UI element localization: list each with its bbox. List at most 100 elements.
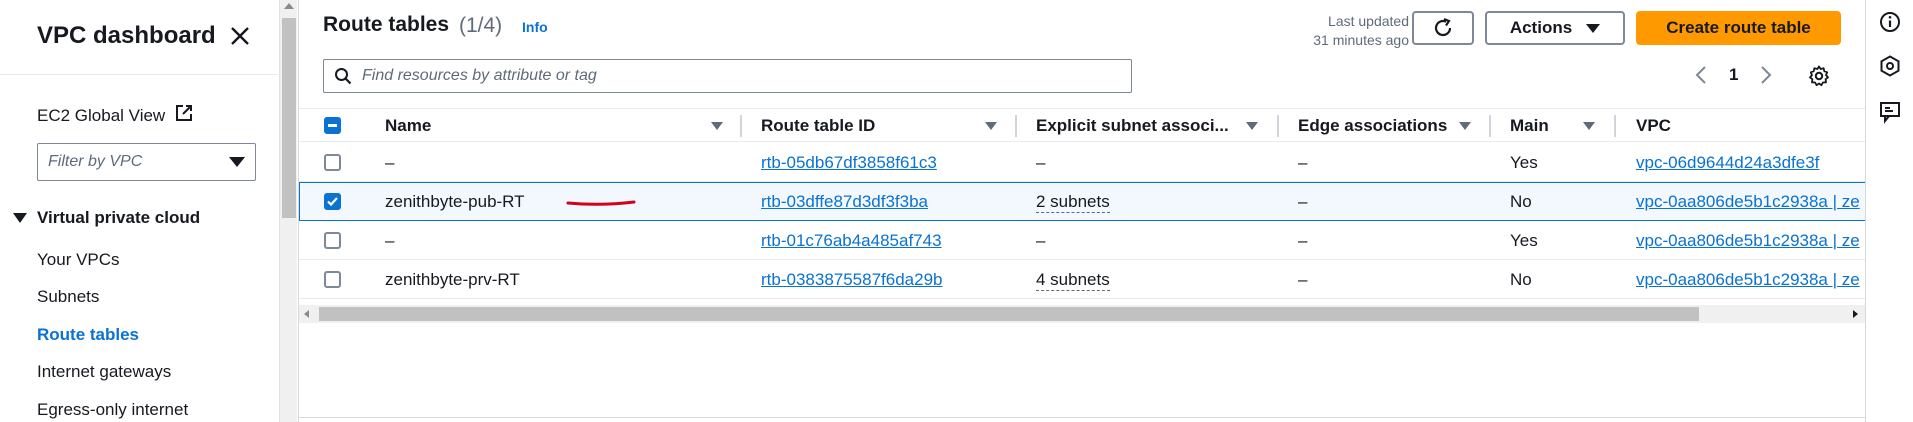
create-route-table-button[interactable]: Create route table	[1636, 11, 1841, 45]
utility-rail	[1865, 0, 1913, 422]
column-header-explicit-subnet[interactable]: Explicit subnet associ...	[1036, 116, 1229, 136]
cell-subnets[interactable]: 4 subnets	[1036, 270, 1110, 291]
table-row[interactable]: – rtb-05db67df3858f61c3 – – Yes vpc-06d9…	[299, 143, 1866, 182]
section-label: Virtual private cloud	[37, 208, 201, 227]
column-divider[interactable]	[1614, 115, 1616, 137]
external-link-icon	[175, 104, 193, 127]
cell-vpc[interactable]: vpc-0aa806de5b1c2938a | ze	[1636, 270, 1860, 290]
scroll-left-arrow[interactable]	[304, 310, 309, 318]
cell-edge: –	[1298, 270, 1308, 289]
sidebar-item-subnets[interactable]: Subnets	[37, 287, 99, 307]
caret-down-icon	[1586, 23, 1601, 33]
sidebar: VPC dashboard EC2 Global View Filter by …	[0, 0, 278, 422]
sort-icon[interactable]	[985, 122, 997, 130]
scrollbar-thumb[interactable]	[282, 18, 296, 218]
cell-edge: –	[1298, 231, 1308, 250]
select-all-checkbox[interactable]	[324, 117, 341, 134]
last-updated-label: Last updated	[1328, 13, 1409, 29]
cell-subnets[interactable]: 2 subnets	[1036, 192, 1110, 213]
sidebar-item-egress-only[interactable]: Egress-only internet	[37, 400, 188, 420]
cell-vpc[interactable]: vpc-0aa806de5b1c2938a | ze	[1636, 192, 1860, 212]
sidebar-divider	[0, 74, 278, 75]
checkmark-icon	[327, 197, 338, 207]
close-icon[interactable]	[228, 24, 252, 48]
column-header-route-table-id[interactable]: Route table ID	[761, 116, 875, 136]
column-divider[interactable]	[740, 115, 742, 137]
sort-icon[interactable]	[711, 122, 723, 130]
cell-main: No	[1510, 192, 1532, 211]
sidebar-scrollbar[interactable]	[279, 0, 297, 422]
search-icon	[335, 68, 352, 85]
scroll-right-arrow[interactable]	[1853, 310, 1858, 318]
actions-label: Actions	[1509, 18, 1573, 37]
cell-route-table-id[interactable]: rtb-01c76ab4a485af743	[761, 231, 942, 251]
caret-down-icon	[229, 157, 245, 167]
column-header-edge-associations[interactable]: Edge associations	[1298, 116, 1447, 136]
cell-edge: –	[1298, 192, 1308, 211]
red-underline-annotation	[566, 200, 636, 206]
cell-name: –	[385, 153, 395, 172]
cell-subnets: –	[1036, 153, 1046, 172]
cell-subnets: –	[1036, 231, 1046, 250]
cell-route-table-id[interactable]: rtb-03dffe87d3df3f3ba	[761, 192, 928, 212]
sidebar-item-route-tables[interactable]: Route tables	[37, 325, 139, 345]
column-header-main[interactable]: Main	[1510, 116, 1549, 136]
cell-name: –	[385, 231, 395, 250]
row-checkbox[interactable]	[324, 232, 341, 249]
hexagon-icon[interactable]	[1878, 54, 1902, 78]
expand-caret-icon	[13, 213, 27, 223]
scrollbar-thumb[interactable]	[319, 307, 1699, 321]
last-updated: Last updated 31 minutes ago	[1249, 12, 1409, 50]
cell-vpc[interactable]: vpc-0aa806de5b1c2938a | ze	[1636, 231, 1860, 251]
divider	[299, 417, 1866, 418]
cell-vpc[interactable]: vpc-06d9644d24a3dfe3f	[1636, 153, 1819, 173]
page-title: Route tables	[323, 13, 450, 36]
sidebar-title: VPC dashboard	[37, 22, 216, 49]
selection-count: (1/4)	[459, 14, 503, 37]
actions-button[interactable]: Actions	[1485, 11, 1625, 45]
row-checkbox[interactable]	[324, 271, 341, 288]
sort-icon[interactable]	[1583, 122, 1595, 130]
vpc-filter-select[interactable]: Filter by VPC	[37, 143, 256, 181]
ec2-global-view-label: EC2 Global View	[37, 105, 166, 125]
table-row-selected[interactable]: zenithbyte-pub-RT rtb-03dffe87d3df3f3ba …	[299, 182, 1866, 221]
main-panel: Route tables (1/4) Info Last updated 31 …	[298, 0, 1866, 422]
refresh-icon	[1434, 17, 1452, 37]
column-divider[interactable]	[1489, 115, 1491, 137]
sidebar-item-your-vpcs[interactable]: Your VPCs	[37, 250, 120, 270]
column-divider[interactable]	[1277, 115, 1279, 137]
sort-icon[interactable]	[1459, 122, 1471, 130]
next-page-icon[interactable]	[1754, 64, 1776, 86]
column-divider[interactable]	[1015, 115, 1017, 137]
page-number[interactable]: 1	[1729, 65, 1738, 85]
search-input[interactable]: Find resources by attribute or tag	[323, 59, 1132, 93]
sort-icon[interactable]	[1246, 122, 1258, 130]
refresh-button[interactable]	[1412, 11, 1474, 45]
cell-main: Yes	[1510, 153, 1538, 172]
column-header-vpc[interactable]: VPC	[1636, 116, 1671, 136]
scroll-up-arrow[interactable]	[284, 3, 294, 9]
feedback-icon[interactable]	[1878, 100, 1902, 124]
table-row[interactable]: zenithbyte-prv-RT rtb-0383875587f6da29b …	[299, 260, 1866, 299]
settings-gear-icon[interactable]	[1807, 64, 1831, 88]
search-placeholder: Find resources by attribute or tag	[362, 67, 597, 84]
row-checkbox[interactable]	[324, 154, 341, 171]
ec2-global-view-link[interactable]: EC2 Global View	[37, 104, 193, 127]
cell-route-table-id[interactable]: rtb-0383875587f6da29b	[761, 270, 943, 290]
section-virtual-private-cloud[interactable]: Virtual private cloud	[13, 208, 200, 228]
cell-route-table-id[interactable]: rtb-05db67df3858f61c3	[761, 153, 937, 173]
column-header-name[interactable]: Name	[385, 116, 431, 136]
cell-edge: –	[1298, 153, 1308, 172]
cell-main: No	[1510, 270, 1532, 289]
table-row[interactable]: – rtb-01c76ab4a485af743 – – Yes vpc-0aa8…	[299, 221, 1866, 260]
sidebar-item-internet-gateways[interactable]: Internet gateways	[37, 362, 171, 382]
row-checkbox-checked[interactable]	[324, 193, 341, 210]
cell-main: Yes	[1510, 231, 1538, 250]
horizontal-scrollbar[interactable]	[299, 305, 1866, 323]
last-updated-time: 31 minutes ago	[1313, 32, 1409, 48]
info-link[interactable]: Info	[522, 19, 548, 35]
cell-name: zenithbyte-prv-RT	[385, 270, 520, 289]
info-icon[interactable]	[1878, 10, 1902, 34]
table-header: Name Route table ID Explicit subnet asso…	[299, 108, 1866, 142]
previous-page-icon[interactable]	[1691, 64, 1713, 86]
